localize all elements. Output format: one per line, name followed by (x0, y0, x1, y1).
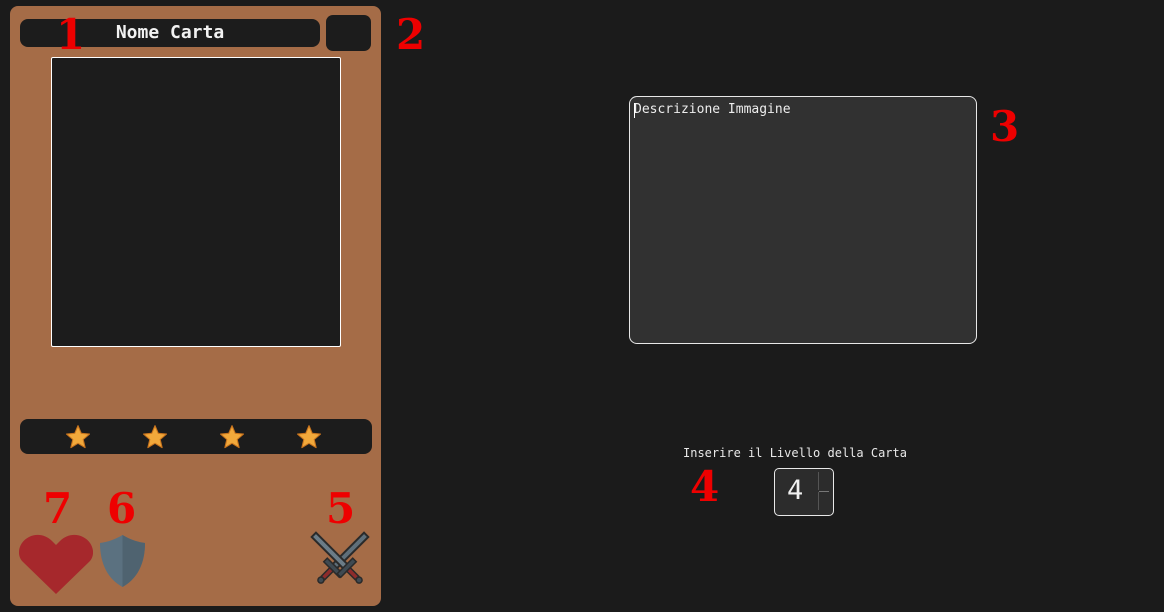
annotation-6: 6 (107, 484, 137, 533)
annotation-1: 1 (56, 10, 86, 59)
level-stars-bar (20, 419, 372, 454)
shield-icon (100, 535, 145, 587)
annotation-2: 2 (396, 10, 426, 59)
annotation-3: 3 (990, 102, 1020, 151)
star-icon (219, 425, 245, 449)
card-level-value[interactable]: 4 (787, 475, 803, 506)
stepper-down-button[interactable] (818, 492, 829, 510)
card-image-area[interactable] (51, 57, 341, 347)
stepper-up-button[interactable] (818, 472, 829, 490)
star-icon (296, 425, 322, 449)
annotation-4: 4 (690, 462, 720, 511)
star-icon (65, 425, 91, 449)
card-level-label: Inserire il Livello della Carta (683, 446, 907, 460)
image-description-textarea[interactable] (629, 96, 977, 344)
card-level-stepper[interactable]: 4 (774, 468, 834, 516)
annotation-7: 7 (43, 484, 73, 533)
star-icon (142, 425, 168, 449)
crossed-swords-icon (310, 531, 370, 584)
heart-icon (19, 534, 93, 594)
text-caret (634, 103, 635, 118)
card-cost-field[interactable] (326, 15, 371, 51)
annotation-5: 5 (326, 484, 356, 533)
